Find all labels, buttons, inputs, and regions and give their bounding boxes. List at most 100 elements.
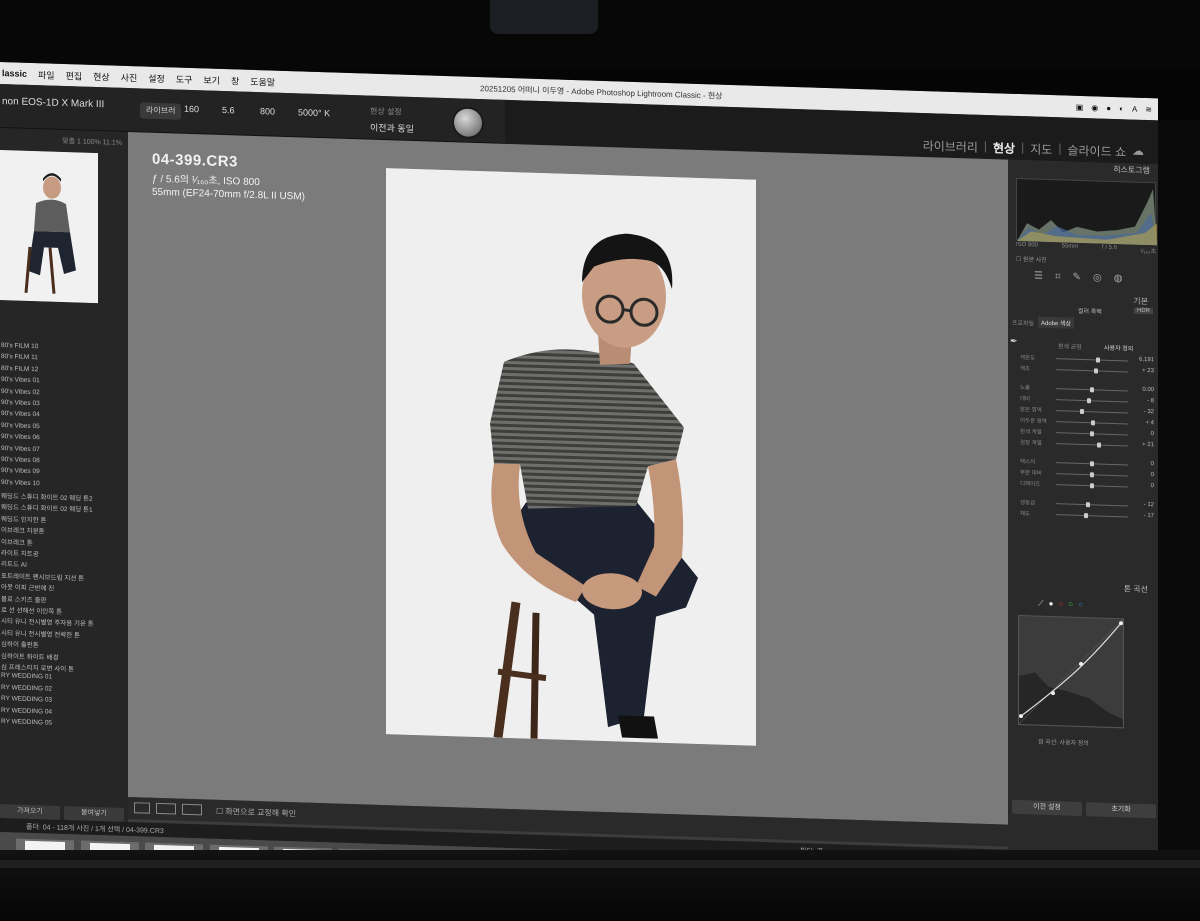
cloud-icon[interactable]: ☁ [1132,144,1144,161]
slider-knob[interactable] [1090,483,1094,489]
menu-view[interactable]: 보기 [203,73,220,87]
wifi-icon[interactable]: ≋ [1145,104,1152,113]
slider-value[interactable]: + 21 [1142,442,1154,448]
monitor-bezel-top [0,0,1200,70]
slider-value[interactable]: 0 [1151,472,1154,478]
main-photo[interactable] [386,168,756,746]
hdr-button[interactable]: HDR [1134,307,1153,315]
wb-field[interactable]: 5000° K [298,103,330,118]
tray-icon[interactable]: ▣ [1076,102,1084,111]
before-after-icon[interactable] [156,802,176,815]
eyedropper-icon[interactable]: ✒ [1010,336,1018,347]
tray-icon[interactable]: ● [1106,103,1111,112]
left-panel: 맞춤 1 100% 11:1% 80's FILM 10 80's FILM 11… [0,128,128,823]
slider-track[interactable] [1056,503,1128,507]
slider-knob[interactable] [1079,408,1084,415]
menu-develop[interactable]: 현상 [93,69,110,83]
edit-sliders-icon[interactable]: ☰ [1034,270,1043,288]
slider-value[interactable]: - 32 [1144,409,1154,415]
soft-proofing-toggle[interactable]: ☐ 화면으로 교정해 확인 [216,806,296,820]
slider-value[interactable]: 0 [1151,431,1154,437]
slider-track[interactable] [1056,443,1128,447]
crop-icon[interactable]: ⌗ [1055,271,1061,289]
slider-value[interactable]: - 17 [1144,513,1154,519]
menu-photo[interactable]: 사진 [121,70,138,84]
compare-icon[interactable] [182,803,202,816]
histogram-graph [1017,189,1157,246]
healing-icon[interactable]: ✎ [1073,272,1081,290]
slider-knob[interactable] [1095,357,1100,363]
iso-field[interactable]: 800 [260,102,275,116]
redeye-icon[interactable]: ◎ [1093,272,1102,290]
treatment-toggle[interactable]: 컬러 흑백 [1078,306,1102,316]
slider-knob[interactable] [1090,472,1094,478]
point-curve-label[interactable]: 점 곡선: 사용자 정의 [1038,737,1089,748]
wb-select[interactable]: 사용자 정의 [1104,343,1133,353]
tray-icon[interactable]: A [1132,104,1137,113]
masking-icon[interactable]: ◍ [1114,273,1123,291]
shutter-value: 160 [184,103,200,115]
slider-value[interactable]: 0 [1151,483,1154,489]
slider-knob[interactable] [1090,431,1094,437]
slider-label: 채도 [1020,511,1031,518]
slider-track[interactable] [1056,399,1128,403]
reset-button[interactable]: 초기화 [1086,802,1156,819]
slider-knob[interactable] [1091,420,1096,426]
menu-file[interactable]: 파일 [38,68,55,82]
slider-knob[interactable] [1097,442,1102,448]
module-map[interactable]: 지도 [1030,140,1052,158]
shutter-release-button[interactable] [452,106,484,140]
profile-select[interactable]: Adobe 색상 [1038,316,1075,329]
slider-knob[interactable] [1094,368,1099,374]
blue-channel-icon[interactable]: ○ [1078,600,1083,610]
slider-value[interactable]: - 8 [1147,398,1154,404]
slider-track[interactable] [1056,369,1128,373]
basic-panel-header[interactable]: 기본 [1008,292,1158,308]
slider-value[interactable]: 0 [1151,461,1154,467]
slider-knob[interactable] [1090,461,1094,467]
red-channel-icon[interactable]: ○ [1058,599,1063,609]
image-canvas[interactable]: 04-399.CR3 ƒ / 5.6의 ¹⁄₁₆₀초, ISO 800 55mm… [128,132,1008,825]
slider-knob[interactable] [1087,398,1092,404]
green-channel-icon[interactable]: ○ [1068,600,1073,610]
shutter-field[interactable]: 160 [184,100,199,114]
navigator-preview[interactable] [0,150,98,304]
menu-edit[interactable]: 편집 [66,69,83,83]
slider-knob[interactable] [1084,513,1089,519]
slider-value[interactable]: + 23 [1142,368,1154,374]
library-button[interactable]: 라이브러 [140,102,182,120]
module-separator: | [1021,140,1025,155]
develop-preset-field[interactable]: 현상 설정 이전과 동일 [370,106,414,135]
slider-value[interactable]: - 12 [1144,502,1154,508]
tone-curve-graph[interactable] [1018,614,1124,729]
slider-value[interactable]: 6,191 [1139,357,1154,363]
slider-track[interactable] [1056,358,1128,362]
menu-settings[interactable]: 설정 [148,71,165,85]
slider-track[interactable] [1056,514,1128,518]
loupe-view-icon[interactable] [134,802,150,814]
app-menu[interactable]: lassic [2,68,27,79]
tone-curve-header[interactable]: 톤 곡선 [1008,580,1158,596]
slider-knob[interactable] [1090,387,1094,393]
slider-value[interactable]: + 4 [1145,420,1154,426]
histogram[interactable] [1016,177,1157,246]
menu-tools[interactable]: 도구 [176,72,193,86]
tray-icon[interactable]: ◉ [1091,103,1098,112]
slider-value[interactable]: 0.00 [1142,387,1154,393]
menu-help[interactable]: 도움말 [250,74,275,88]
parametric-curve-icon[interactable]: ⟋ [1038,599,1044,609]
aperture-field[interactable]: 5.6 [222,101,235,115]
tray-icon[interactable]: ◐ [1119,104,1124,113]
slider-track[interactable] [1056,410,1128,414]
slider-knob[interactable] [1085,502,1090,508]
camera-model[interactable]: non EOS-1D X Mark III [2,96,104,110]
point-curve-white-icon[interactable]: ● [1049,599,1054,609]
previous-settings-button[interactable]: 이전 설정 [1012,799,1082,817]
navigator-zoom[interactable]: 맞춤 1 100% 11:1% [0,134,128,150]
module-slideshow[interactable]: 슬라이드 쇼 [1067,142,1126,161]
menu-window[interactable]: 창 [231,74,239,87]
desk-edge [0,860,1200,868]
module-develop[interactable]: 현상 [993,139,1015,157]
module-library[interactable]: 라이브러리 [923,137,978,156]
original-photo-checkbox[interactable]: ☐ 원본 사진 [1016,254,1047,264]
